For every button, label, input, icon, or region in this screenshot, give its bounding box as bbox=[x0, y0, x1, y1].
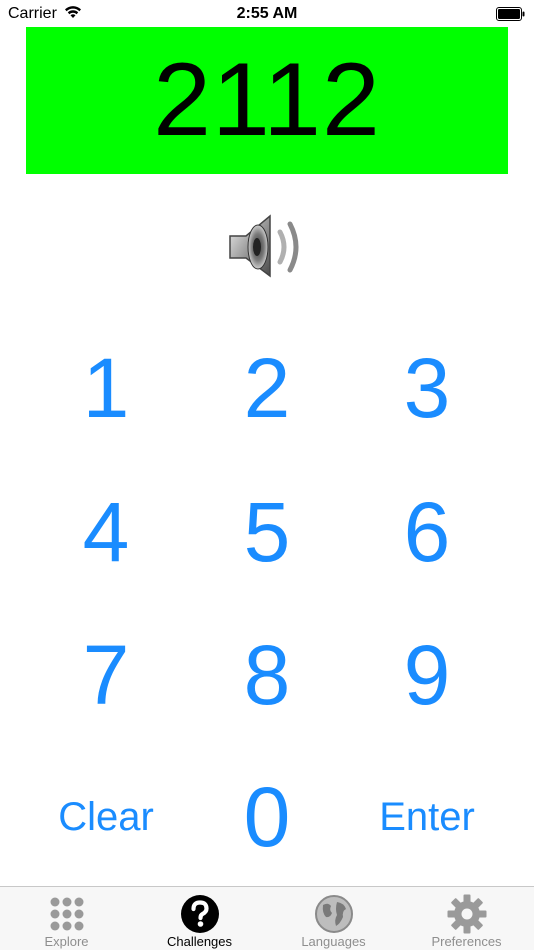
status-bar: Carrier 2:55 AM bbox=[0, 0, 534, 28]
key-6[interactable]: 6 bbox=[352, 477, 502, 587]
enter-button[interactable]: Enter bbox=[352, 762, 502, 872]
grid-icon bbox=[50, 897, 83, 931]
question-icon bbox=[180, 895, 219, 933]
tab-label-explore: Explore bbox=[44, 934, 89, 949]
tab-languages[interactable]: Languages bbox=[267, 887, 400, 950]
speaker-button[interactable] bbox=[224, 210, 304, 284]
tab-label-preferences: Preferences bbox=[431, 934, 502, 949]
tab-challenges[interactable]: Challenges bbox=[133, 887, 266, 950]
speaker-icon bbox=[229, 214, 299, 278]
clear-button[interactable]: Clear bbox=[31, 762, 181, 872]
key-3[interactable]: 3 bbox=[352, 333, 502, 443]
tab-label-challenges: Challenges bbox=[166, 934, 233, 949]
tab-explore[interactable]: Explore bbox=[0, 887, 133, 950]
battery-icon bbox=[496, 7, 525, 21]
tab-label-languages: Languages bbox=[301, 934, 366, 949]
gear-icon bbox=[447, 894, 486, 934]
key-9[interactable]: 9 bbox=[352, 620, 502, 730]
status-time: 2:55 AM bbox=[236, 5, 298, 22]
key-4[interactable]: 4 bbox=[31, 477, 181, 587]
globe-icon bbox=[314, 895, 353, 933]
display-value: 2112 bbox=[153, 42, 381, 158]
key-5[interactable]: 5 bbox=[192, 477, 342, 587]
tab-preferences[interactable]: Preferences bbox=[400, 887, 533, 950]
key-8[interactable]: 8 bbox=[192, 620, 342, 730]
key-7[interactable]: 7 bbox=[31, 620, 181, 730]
tab-bar: Explore Challenges Languages Preferences bbox=[0, 886, 534, 950]
number-display: 2112 bbox=[26, 27, 508, 174]
key-0[interactable]: 0 bbox=[192, 762, 342, 872]
key-2[interactable]: 2 bbox=[192, 333, 342, 443]
key-1[interactable]: 1 bbox=[31, 333, 181, 443]
